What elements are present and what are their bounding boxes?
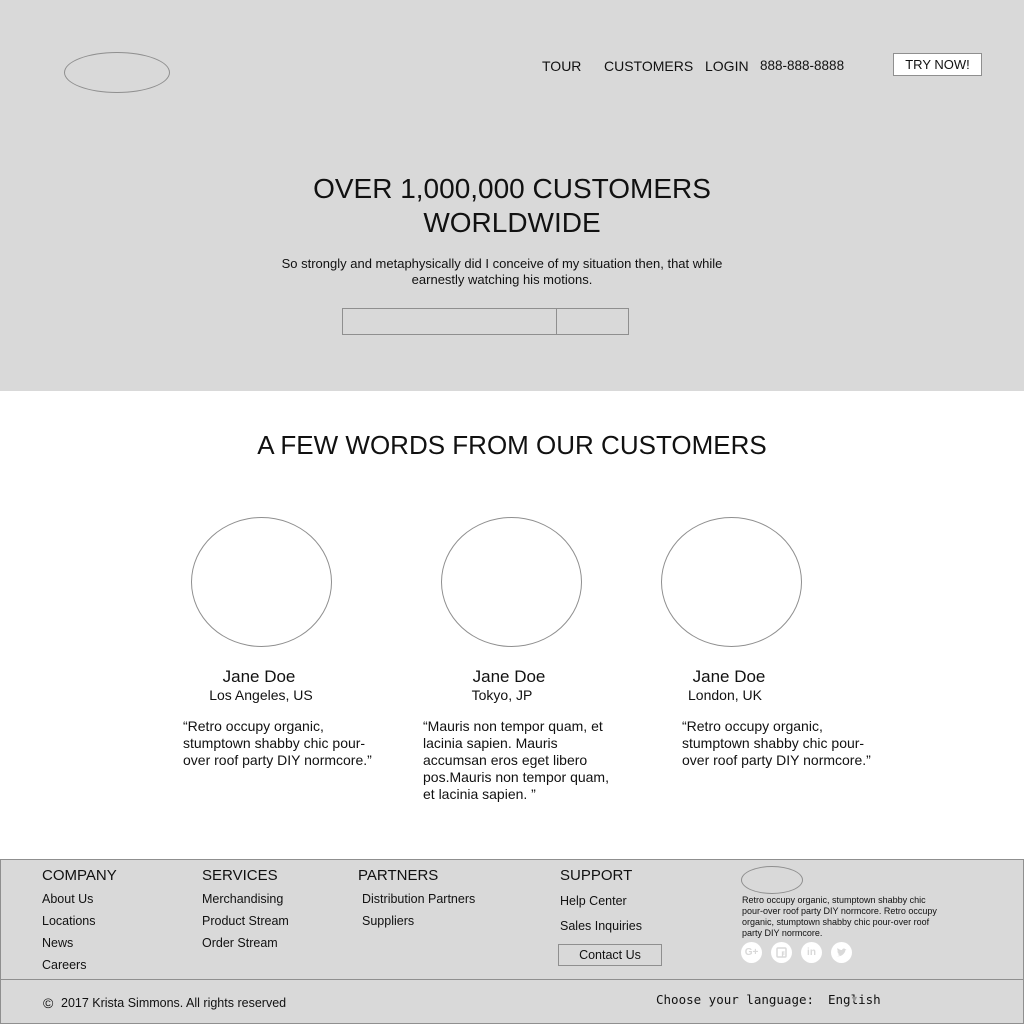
footer-link-news[interactable]: News — [42, 936, 73, 950]
footer-logo[interactable] — [741, 866, 803, 894]
customer-quote: “Retro occupy organic, stumptown shabby … — [183, 718, 372, 768]
customer-name: Jane Doe — [692, 667, 766, 686]
footer-blurb: Retro occupy organic, stumptown shabby c… — [742, 895, 937, 938]
customer-location: Los Angeles, US — [209, 687, 313, 703]
nav-customers-link[interactable]: CUSTOMERS — [604, 58, 693, 74]
customer-name: Jane Doe — [472, 667, 546, 686]
footer-link-order-stream[interactable]: Order Stream — [202, 936, 278, 950]
footer-link-help-center[interactable]: Help Center — [560, 894, 627, 908]
contact-us-button[interactable]: Contact Us — [558, 944, 662, 966]
testimonials-title: A FEW WORDS FROM OUR CUSTOMERS — [257, 430, 767, 460]
footer-link-product-stream[interactable]: Product Stream — [202, 914, 289, 928]
copyright-text: 2017 Krista Simmons. All rights reserved — [61, 996, 287, 1010]
linkedin-icon[interactable]: in — [801, 942, 822, 963]
facebook-icon[interactable] — [771, 942, 792, 963]
customer-avatar — [191, 517, 332, 647]
footer-services-heading: SERVICES — [202, 867, 278, 884]
twitter-icon[interactable] — [831, 942, 852, 963]
hero-email-input[interactable] — [342, 308, 557, 335]
customer-name: Jane Doe — [222, 667, 296, 686]
customer-quote: “Retro occupy organic, stumptown shabby … — [682, 718, 871, 768]
chevron-down-icon[interactable]: ▼ — [850, 994, 859, 1004]
footer-link-locations[interactable]: Locations — [42, 914, 96, 928]
footer-support-heading: SUPPORT — [560, 867, 633, 884]
customer-avatar — [441, 517, 582, 647]
footer-link-distribution-partners[interactable]: Distribution Partners — [362, 892, 475, 906]
google-plus-icon[interactable]: G+ — [741, 942, 762, 963]
hero-title: OVER 1,000,000 CUSTOMERS WORLDWIDE — [313, 173, 711, 238]
hero-subtitle: So strongly and metaphysically did I con… — [281, 256, 723, 287]
footer-link-sales-inquiries[interactable]: Sales Inquiries — [560, 919, 642, 933]
try-now-button[interactable]: TRY NOW! — [893, 53, 982, 76]
footer-link-careers[interactable]: Careers — [42, 958, 86, 972]
footer-link-about-us[interactable]: About Us — [42, 892, 93, 906]
footer-link-merchandising[interactable]: Merchandising — [202, 892, 283, 906]
language-label: Choose your language: — [656, 992, 815, 1007]
nav-tour-link[interactable]: TOUR — [542, 58, 581, 74]
customer-location: London, UK — [688, 687, 762, 703]
customer-quote: “Mauris non tempor quam, et lacinia sapi… — [423, 718, 609, 802]
footer-link-suppliers[interactable]: Suppliers — [362, 914, 414, 928]
hero-submit-button[interactable] — [556, 308, 629, 335]
customer-location: Tokyo, JP — [471, 687, 533, 703]
nav-login-link[interactable]: LOGIN — [705, 58, 749, 74]
nav-phone-number[interactable]: 888-888-8888 — [760, 58, 844, 73]
footer-company-heading: COMPANY — [42, 867, 117, 884]
customer-avatar — [661, 517, 802, 647]
copyright-icon: © — [43, 995, 54, 1011]
footer-partners-heading: PARTNERS — [358, 867, 439, 884]
logo[interactable] — [64, 52, 170, 93]
